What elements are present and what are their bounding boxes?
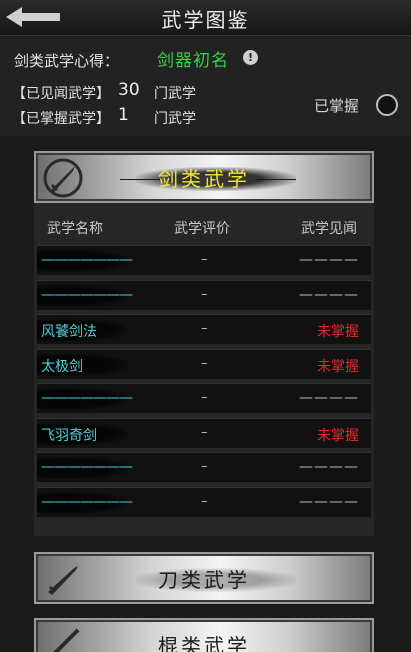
martial-name: 飞羽奇剑 xyxy=(41,427,97,444)
martial-rating: – xyxy=(201,321,208,336)
martial-name: ——————— xyxy=(41,390,133,406)
table-row[interactable]: ——————— – ———— xyxy=(37,279,371,310)
insight-label: 剑类武学心得： xyxy=(14,52,120,70)
category-banner-sword[interactable]: 剑类武学 xyxy=(34,151,374,203)
martial-rating: – xyxy=(201,493,208,509)
seen-unit: 门武学 xyxy=(154,86,196,102)
category-title: 刀类武学 xyxy=(158,568,250,592)
seen-stat: 【已见闻武学】 30 门武学 xyxy=(12,80,196,103)
seen-label: 【已见闻武学】 xyxy=(12,86,110,102)
martial-seen: ———— xyxy=(299,286,359,303)
category-banner-staff[interactable]: 棍类武学 xyxy=(34,618,374,652)
table-row[interactable]: ——————— – ———— xyxy=(37,245,371,275)
column-header-name: 武学名称 xyxy=(47,221,103,237)
martial-seen: ———— xyxy=(299,390,359,406)
martial-rating: – xyxy=(201,459,208,474)
martial-list: ——————— – ———— ——————— – ———— 风饕剑法 – 未掌握… xyxy=(37,245,371,521)
table-row[interactable]: 风饕剑法 – 未掌握 xyxy=(37,314,371,344)
column-header-seen: 武学见闻 xyxy=(301,221,357,237)
martial-name: ——————— xyxy=(41,252,133,268)
mastered-unit: 门武学 xyxy=(154,111,196,127)
column-header-rating: 武学评价 xyxy=(174,221,230,237)
page-title: 武学图鉴 xyxy=(161,8,250,32)
martial-seen: 未掌握 xyxy=(317,324,359,340)
insight-value: 剑器初名 xyxy=(157,51,229,71)
martial-seen: ———— xyxy=(299,252,359,268)
seen-count: 30 xyxy=(118,80,140,100)
martial-seen: 未掌握 xyxy=(317,358,359,375)
mastered-count: 1 xyxy=(118,105,129,125)
table-row[interactable]: 太极剑 – 未掌握 xyxy=(37,348,371,379)
info-icon[interactable]: ! xyxy=(243,50,258,65)
category-title: 棍类武学 xyxy=(158,634,250,652)
top-bar: 武学图鉴 xyxy=(0,0,411,36)
mastered-stat: 【已掌握武学】 1 门武学 xyxy=(12,105,196,128)
martial-rating: – xyxy=(201,390,208,405)
martial-name: ——————— xyxy=(41,459,133,475)
martial-name: 风饕剑法 xyxy=(41,324,97,340)
mastered-filter-toggle[interactable] xyxy=(376,94,398,116)
summary-panel: 剑类武学心得： 剑器初名 ! 【已见闻武学】 30 门武学 【已掌握武学】 1 … xyxy=(0,36,411,136)
martial-name: 太极剑 xyxy=(41,358,83,375)
category-banner-blade[interactable]: 刀类武学 xyxy=(34,552,374,604)
mastered-filter-label: 已掌握 xyxy=(314,97,360,115)
martial-name: ——————— xyxy=(41,493,133,510)
martial-name: ——————— xyxy=(41,286,133,303)
mastered-label: 【已掌握武学】 xyxy=(12,111,110,127)
category-title: 剑类武学 xyxy=(158,167,250,191)
martial-rating: – xyxy=(201,355,208,371)
martial-rating: – xyxy=(201,286,208,302)
table-row[interactable]: ——————— – ———— xyxy=(37,452,371,482)
martial-rating: – xyxy=(201,424,208,440)
table-row[interactable]: ——————— – ———— xyxy=(37,486,371,517)
martial-seen: ———— xyxy=(299,493,359,510)
martial-seen: 未掌握 xyxy=(317,427,359,444)
table-row[interactable]: ——————— – ———— xyxy=(37,383,371,413)
table-row[interactable]: 飞羽奇剑 – 未掌握 xyxy=(37,417,371,448)
martial-seen: ———— xyxy=(299,459,359,475)
martial-rating: – xyxy=(201,252,208,267)
